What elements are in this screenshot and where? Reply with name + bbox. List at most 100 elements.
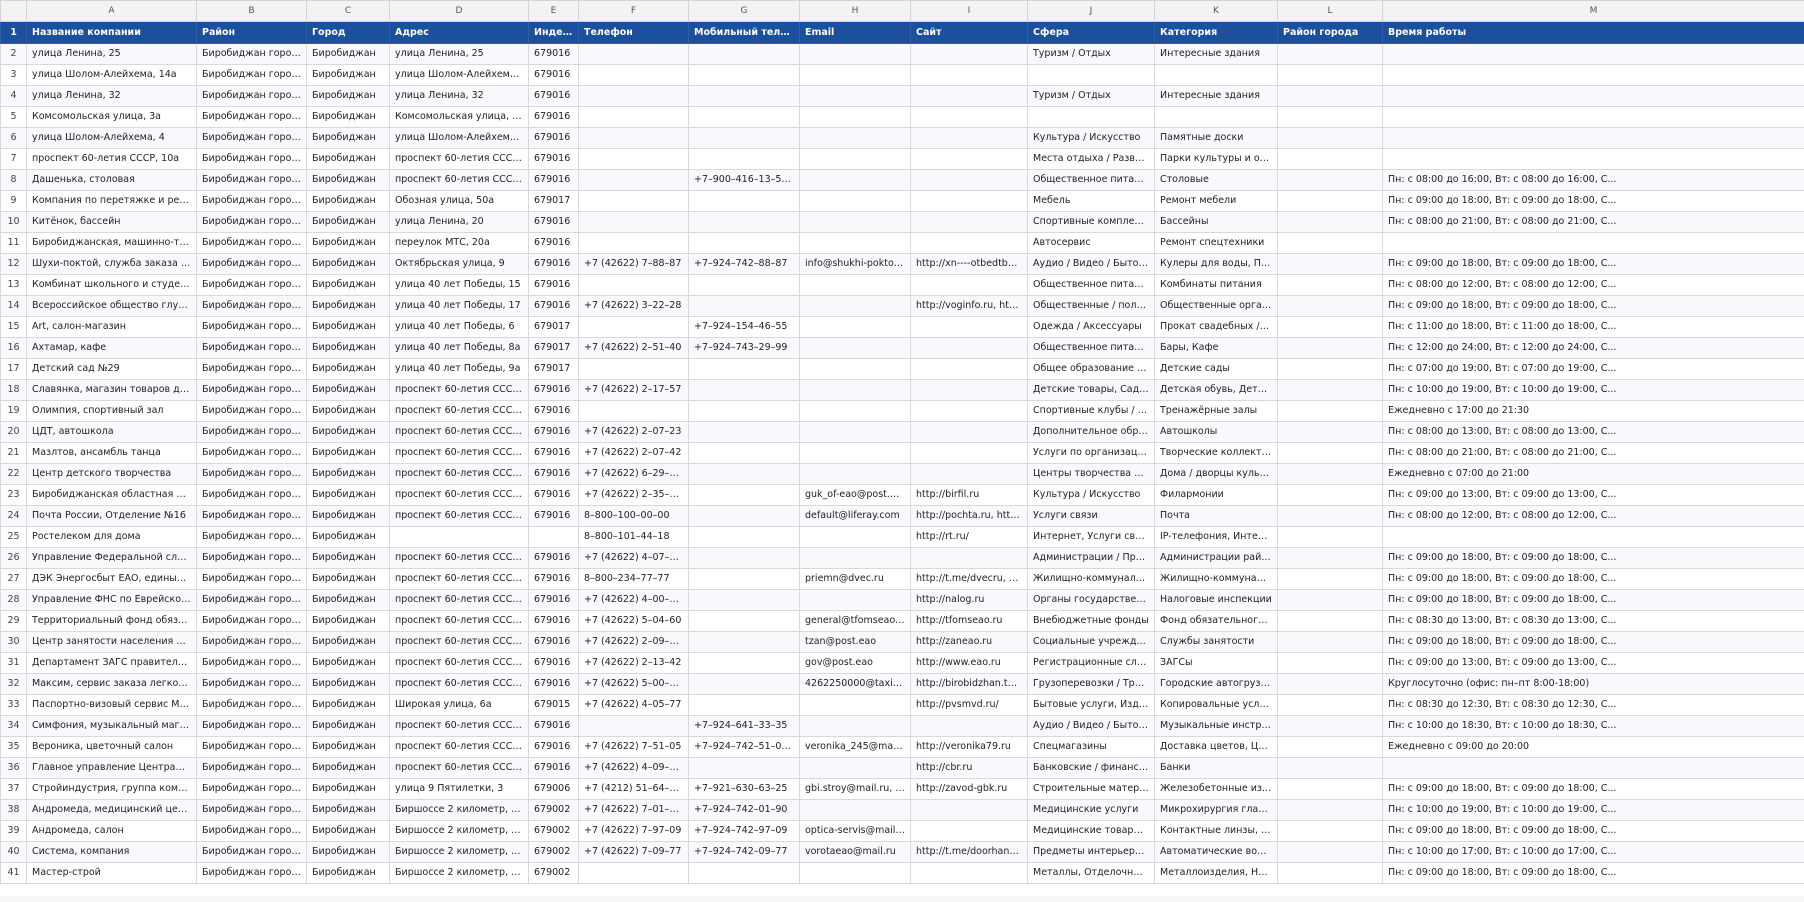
- cell[interactable]: Фонд обязательного меди...: [1154, 610, 1278, 632]
- row-number[interactable]: 41: [0, 862, 27, 884]
- cell[interactable]: [1154, 64, 1278, 86]
- cell[interactable]: Медицинские товары, Оде...: [1027, 820, 1155, 842]
- cell[interactable]: проспект 60-летия СССР, 3: [389, 715, 529, 737]
- cell[interactable]: [910, 85, 1028, 107]
- cell[interactable]: [910, 862, 1028, 884]
- cell[interactable]: [578, 232, 689, 254]
- cell[interactable]: [688, 568, 800, 590]
- header-cell[interactable]: Сайт: [910, 21, 1028, 44]
- row-number[interactable]: 23: [0, 484, 27, 506]
- cell[interactable]: Биробиджан: [306, 778, 390, 800]
- column-letter-h[interactable]: H: [799, 0, 911, 22]
- cell[interactable]: проспект 60-летия СССР, 3: [389, 673, 529, 695]
- cell[interactable]: проспект 60-летия СССР, 12: [389, 421, 529, 443]
- cell[interactable]: Биробиджан: [306, 715, 390, 737]
- cell[interactable]: Биробиджан городско...: [196, 673, 307, 695]
- cell[interactable]: [578, 106, 689, 128]
- cell[interactable]: [1277, 64, 1383, 86]
- cell[interactable]: Шухи-поктой, служба заказа артезиа...: [26, 253, 197, 275]
- cell[interactable]: [799, 694, 911, 716]
- row-number[interactable]: 17: [0, 358, 27, 380]
- cell[interactable]: Медицинские услуги: [1027, 799, 1155, 821]
- row-number[interactable]: 18: [0, 379, 27, 401]
- cell[interactable]: Автошколы: [1154, 421, 1278, 443]
- cell[interactable]: http://rt.ru/: [910, 526, 1028, 548]
- cell[interactable]: Биробиджан городско...: [196, 253, 307, 275]
- cell[interactable]: [578, 64, 689, 86]
- cell[interactable]: Биробиджан: [306, 64, 390, 86]
- cell[interactable]: +7–924–742–88–87: [688, 253, 800, 275]
- cell[interactable]: [1277, 127, 1383, 149]
- cell[interactable]: Металлоизделия, Напольн...: [1154, 862, 1278, 884]
- cell[interactable]: Спортивные комплексы: [1027, 211, 1155, 233]
- cell[interactable]: http://www.eao.ru: [910, 652, 1028, 674]
- cell[interactable]: [910, 463, 1028, 485]
- cell[interactable]: +7–924–742–09–77: [688, 841, 800, 863]
- cell[interactable]: +7 (42622) 7–09–77: [578, 841, 689, 863]
- cell[interactable]: Филармонии: [1154, 484, 1278, 506]
- cell[interactable]: Стройиндустрия, группа компаний: [26, 778, 197, 800]
- cell[interactable]: [578, 862, 689, 884]
- cell[interactable]: Биробиджан городско...: [196, 190, 307, 212]
- cell[interactable]: +7 (42622) 2–17–57: [578, 379, 689, 401]
- cell[interactable]: проспект 60-летия СССР, 12: [389, 169, 529, 191]
- cell[interactable]: [910, 127, 1028, 149]
- cell[interactable]: Дашенька, столовая: [26, 169, 197, 191]
- cell[interactable]: улица Шолом-Алейхема, 4: [26, 127, 197, 149]
- cell[interactable]: [799, 337, 911, 359]
- cell[interactable]: +7–924–641–33–35: [688, 715, 800, 737]
- cell[interactable]: [578, 43, 689, 65]
- cell[interactable]: [1277, 715, 1383, 737]
- cell[interactable]: Регистрационные службы: [1027, 652, 1155, 674]
- cell[interactable]: +7 (42622) 2–09–63, +7...: [578, 631, 689, 653]
- cell[interactable]: http://birobidzhan.taxima...: [910, 673, 1028, 695]
- cell[interactable]: Биробиджан городско...: [196, 232, 307, 254]
- cell[interactable]: Культура / Искусство: [1027, 484, 1155, 506]
- cell[interactable]: Биробиджан городско...: [196, 400, 307, 422]
- cell[interactable]: Места отдыха / Развлекате...: [1027, 148, 1155, 170]
- cell[interactable]: +7–921–630–63–25: [688, 778, 800, 800]
- cell[interactable]: [1027, 64, 1155, 86]
- cell[interactable]: Жилищно-коммунальные ...: [1154, 568, 1278, 590]
- header-cell[interactable]: Телефон: [578, 21, 689, 44]
- cell[interactable]: Контактные линзы, Оптика...: [1154, 820, 1278, 842]
- cell[interactable]: http://xn----otbedtbe0ad...: [910, 253, 1028, 275]
- cell[interactable]: 679017: [528, 358, 579, 380]
- cell[interactable]: [910, 148, 1028, 170]
- cell[interactable]: Биробиджан: [306, 820, 390, 842]
- cell[interactable]: [688, 526, 800, 548]
- cell[interactable]: Пн: с 09:00 до 13:00, Вт: с 09:00 до 13:…: [1382, 484, 1804, 506]
- cell[interactable]: Биробиджан: [306, 673, 390, 695]
- cell[interactable]: Общественное питание: [1027, 337, 1155, 359]
- cell[interactable]: улица 40 лет Победы, 6: [389, 316, 529, 338]
- cell[interactable]: [1382, 148, 1804, 170]
- cell[interactable]: Биробиджан: [306, 232, 390, 254]
- cell[interactable]: 679016: [528, 610, 579, 632]
- cell[interactable]: Аудио / Видео / Бытовая т...: [1027, 253, 1155, 275]
- cell[interactable]: [1277, 841, 1383, 863]
- column-letter-g[interactable]: G: [688, 0, 800, 22]
- cell[interactable]: [1277, 589, 1383, 611]
- cell[interactable]: [578, 211, 689, 233]
- header-cell[interactable]: Email: [799, 21, 911, 44]
- row-number[interactable]: 30: [0, 631, 27, 653]
- cell[interactable]: Внебюджетные фонды: [1027, 610, 1155, 632]
- row-number[interactable]: 7: [0, 148, 27, 170]
- cell[interactable]: guk_of-eao@post.eao, ...: [799, 484, 911, 506]
- cell[interactable]: Биршоссе 2 километр, 23: [389, 841, 529, 863]
- cell[interactable]: general@tfomseao.ru, tf...: [799, 610, 911, 632]
- column-letter-i[interactable]: I: [910, 0, 1028, 22]
- cell[interactable]: Туризм / Отдых: [1027, 43, 1155, 65]
- cell[interactable]: http://t.me/dvecru, http://...: [910, 568, 1028, 590]
- cell[interactable]: Творческие коллективы: [1154, 442, 1278, 464]
- cell[interactable]: Биробиджан городско...: [196, 85, 307, 107]
- cell[interactable]: 679016: [528, 736, 579, 758]
- cell[interactable]: Биробиджан городско...: [196, 337, 307, 359]
- cell[interactable]: Парки культуры и отдыха: [1154, 148, 1278, 170]
- cell[interactable]: +7 (42622) 7–01–90, +7...: [578, 799, 689, 821]
- cell[interactable]: Биробиджан городско...: [196, 316, 307, 338]
- cell[interactable]: Биробиджан: [306, 547, 390, 569]
- cell[interactable]: Вероника, цветочный салон: [26, 736, 197, 758]
- cell[interactable]: Биробиджан: [306, 463, 390, 485]
- cell[interactable]: [1382, 232, 1804, 254]
